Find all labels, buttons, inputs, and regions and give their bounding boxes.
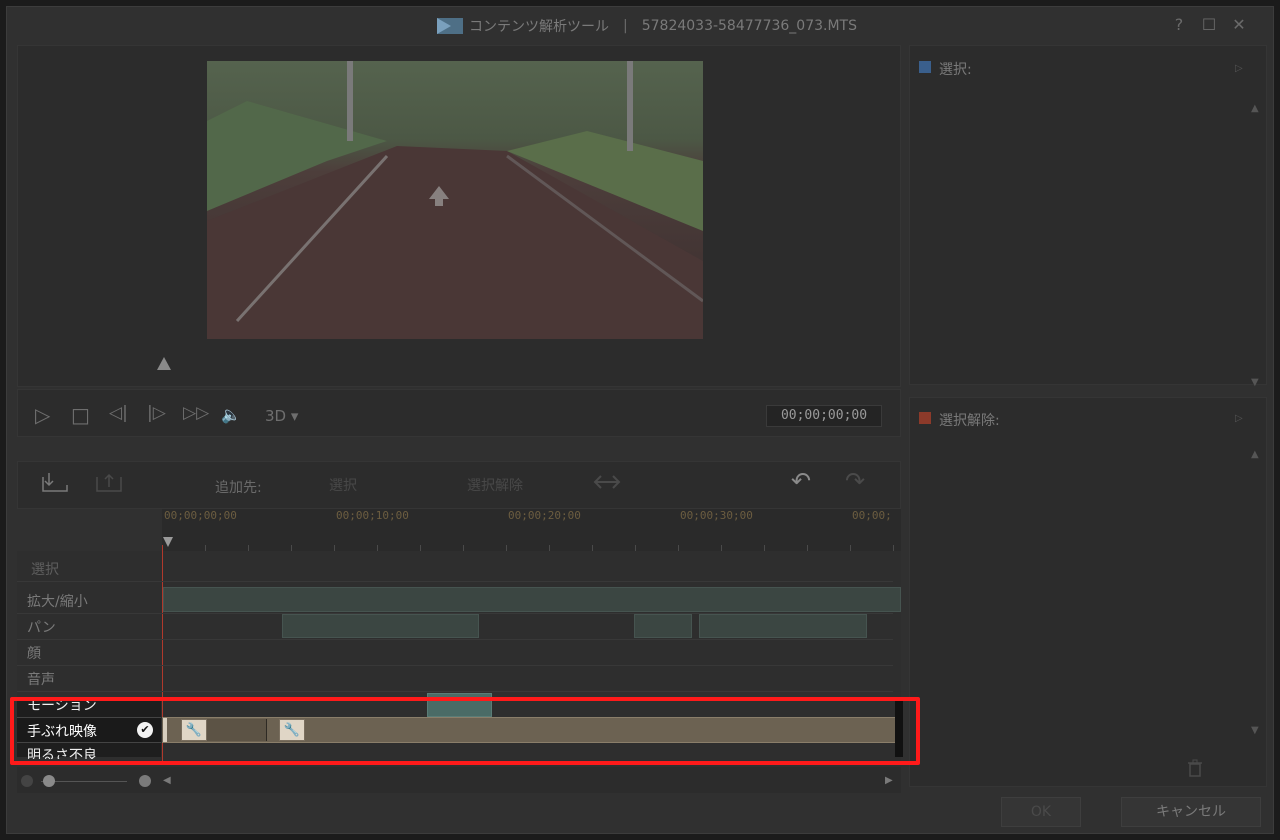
- ruler-tick-label: 00;00;30;00: [680, 509, 753, 522]
- zoom-slider-thumb[interactable]: [43, 775, 55, 787]
- scroll-right-icon[interactable]: ▶: [885, 775, 893, 786]
- title-separator: |: [623, 18, 628, 34]
- deselection-panel: [909, 397, 1267, 787]
- pan-segment[interactable]: [634, 614, 692, 638]
- ruler-tick-label: 00;00;20;00: [508, 509, 581, 522]
- 3d-mode-dropdown[interactable]: 3D ▾: [265, 407, 298, 425]
- track-label-pan: パン: [27, 620, 56, 636]
- timeline-toolbar: [17, 461, 901, 509]
- window-title: コンテンツ解析ツール | 57824033-58477736_073.MTS: [437, 16, 857, 36]
- zoom-in-icon[interactable]: [139, 775, 151, 787]
- deselected-color-swatch: [919, 412, 931, 424]
- ruler-tick-label: 00;00;00;00: [164, 509, 237, 522]
- track-label-select: 選択: [31, 562, 59, 578]
- timeline-playhead-handle[interactable]: [163, 537, 173, 547]
- selected-color-swatch: [919, 61, 931, 73]
- track-label-audio: 音声: [27, 672, 55, 688]
- scroll-up-icon[interactable]: ▲: [1251, 103, 1259, 114]
- ruler-tick-label: 00;00;10;00: [336, 509, 409, 522]
- deselected-play-icon[interactable]: ▷: [1235, 413, 1243, 424]
- pan-segment[interactable]: [282, 614, 479, 638]
- app-logo-icon: [437, 18, 463, 34]
- deselected-label: 選択解除:: [939, 413, 1000, 429]
- import-icon[interactable]: [41, 471, 69, 493]
- pan-segment[interactable]: [699, 614, 867, 638]
- cancel-button[interactable]: キャンセル: [1121, 797, 1261, 827]
- add-to-label: 追加先:: [215, 480, 262, 496]
- video-frame-image: [207, 61, 703, 339]
- zoom-out-icon[interactable]: [21, 775, 33, 787]
- maximize-icon[interactable]: ☐: [1199, 15, 1219, 34]
- video-preview: [207, 61, 703, 339]
- row-divider: [17, 691, 893, 692]
- row-divider: [17, 581, 893, 582]
- swap-icon[interactable]: [591, 473, 623, 491]
- scroll-up-icon[interactable]: ▲: [1251, 449, 1259, 460]
- ruler-tick-label: 00;00;: [852, 509, 892, 522]
- selected-label: 選択:: [939, 62, 972, 78]
- select-button[interactable]: 選択: [329, 475, 357, 495]
- play-icon[interactable]: ▷: [35, 403, 50, 427]
- trash-icon[interactable]: [1187, 759, 1203, 777]
- help-icon[interactable]: ?: [1169, 15, 1189, 34]
- undo-icon[interactable]: ↶: [791, 467, 811, 495]
- track-label-face: 顔: [27, 646, 41, 662]
- redo-icon[interactable]: ↷: [845, 467, 865, 495]
- file-name: 57824033-58477736_073.MTS: [641, 18, 857, 34]
- selected-play-icon[interactable]: ▷: [1235, 63, 1243, 74]
- track-label-zoom: 拡大/縮小: [27, 594, 88, 610]
- playhead-marker[interactable]: [157, 357, 171, 370]
- time-ruler[interactable]: 00;00;00;00 00;00;10;00 00;00;20;00 00;0…: [162, 509, 901, 551]
- previous-frame-icon[interactable]: ◁|: [109, 403, 128, 423]
- stop-icon[interactable]: □: [71, 403, 90, 427]
- next-frame-icon[interactable]: |▷: [147, 403, 166, 423]
- close-icon[interactable]: ✕: [1229, 15, 1249, 34]
- selection-panel: [909, 45, 1267, 385]
- fast-forward-icon[interactable]: ▷▷: [183, 403, 209, 423]
- deselect-button[interactable]: 選択解除: [467, 475, 523, 495]
- app-name: コンテンツ解析ツール: [469, 19, 609, 35]
- scroll-down-icon[interactable]: ▼: [1251, 725, 1259, 736]
- row-divider: [17, 665, 893, 666]
- scroll-left-icon[interactable]: ◀: [163, 775, 171, 786]
- export-icon[interactable]: [95, 471, 123, 493]
- timecode-display: 00;00;00;00: [766, 405, 882, 427]
- highlight-box: [10, 697, 920, 765]
- zoom-segment[interactable]: [163, 587, 901, 612]
- volume-icon[interactable]: 🔈: [221, 405, 241, 424]
- row-divider: [17, 639, 893, 640]
- ok-button[interactable]: OK: [1001, 797, 1081, 827]
- title-bar: コンテンツ解析ツール | 57824033-58477736_073.MTS ?…: [7, 7, 1275, 43]
- scroll-down-icon[interactable]: ▼: [1251, 377, 1259, 388]
